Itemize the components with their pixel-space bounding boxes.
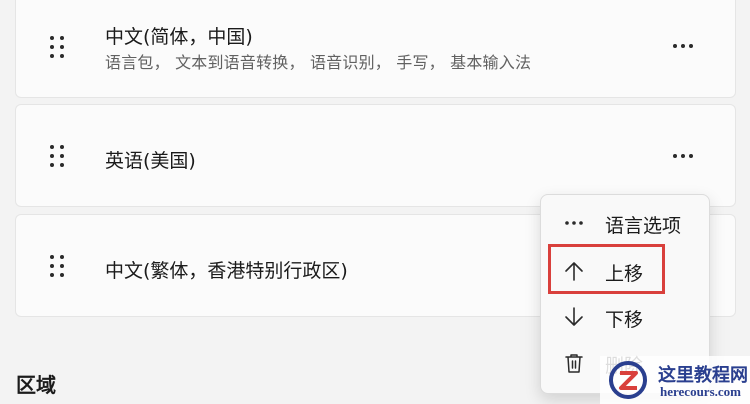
- language-features: 语言包， 文本到语音转换， 语音识别， 手写， 基本输入法: [105, 53, 532, 72]
- language-name: 中文(繁体，香港特别行政区): [105, 260, 348, 282]
- more-horizontal-icon: [565, 221, 583, 225]
- drag-handle-icon[interactable]: [50, 255, 66, 277]
- language-name: 英语(美国): [105, 150, 196, 172]
- trash-icon: [565, 354, 583, 373]
- watermark: 这里教程网 herecours.com: [600, 356, 750, 404]
- menu-item-label: 语言选项: [605, 215, 682, 237]
- highlight-annotation: [548, 244, 665, 294]
- more-options-icon[interactable]: [673, 154, 695, 160]
- menu-item-label: 下移: [605, 309, 644, 331]
- drag-handle-icon[interactable]: [50, 36, 66, 58]
- drag-handle-icon[interactable]: [50, 145, 66, 167]
- region-section-title: 区域: [16, 373, 56, 397]
- menu-item-language-options[interactable]: 语言选项: [547, 203, 703, 243]
- language-card-english-us[interactable]: 英语(美国): [15, 104, 736, 207]
- arrow-down-icon: [565, 307, 583, 326]
- language-settings-page: 中文(简体，中国) 语言包， 文本到语音转换， 语音识别， 手写， 基本输入法 …: [0, 0, 750, 404]
- watermark-logo-icon: [609, 361, 647, 399]
- language-name: 中文(简体，中国): [105, 26, 253, 48]
- more-options-icon[interactable]: [673, 44, 695, 50]
- watermark-subtitle: herecours.com: [660, 384, 741, 399]
- language-card-chinese-simplified[interactable]: 中文(简体，中国) 语言包， 文本到语音转换， 语音识别， 手写， 基本输入法: [15, 0, 736, 98]
- menu-item-move-down[interactable]: 下移: [547, 297, 703, 337]
